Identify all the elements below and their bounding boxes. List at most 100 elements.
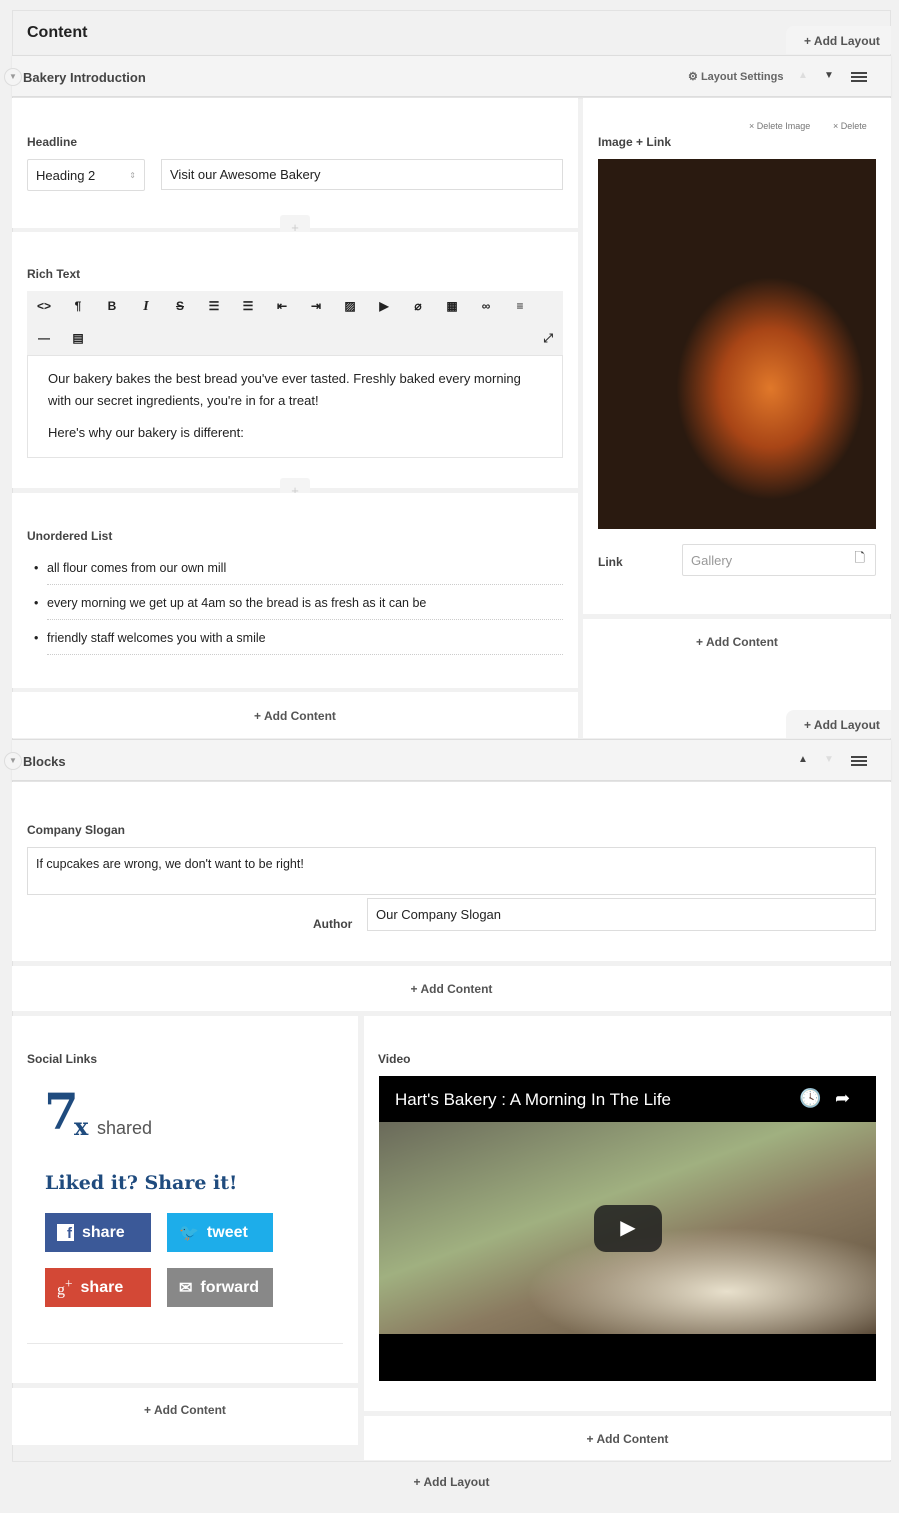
social-links-block: Social Links 7 x shared Liked it? Share … xyxy=(12,1016,358,1383)
divider xyxy=(27,1343,343,1344)
layout-bar-blocks: ▼ Blocks ▲ ▼ xyxy=(4,739,891,781)
layout-bar-bakery-introduction: ▼ Bakery Introduction ⚙ Layout Settings … xyxy=(4,55,891,97)
attachment-icon[interactable]: ⌀ xyxy=(401,299,435,315)
slogan-block: Company Slogan If cupcakes are wrong, we… xyxy=(12,782,891,961)
table-icon[interactable]: ▦ xyxy=(435,299,469,315)
menu-icon[interactable] xyxy=(851,72,867,82)
editor-toolbar: <> ¶ B I S ☰ ☰ ⇤ ⇥ ▨ ▶ ⌀ ▦ ∞ ≡ — ▤ ⤢ xyxy=(27,291,563,355)
bullet-list-icon[interactable]: ☰ xyxy=(197,299,231,315)
headline-block: Headline Heading 2 ⇕ Visit our Awesome Ba… xyxy=(12,98,578,228)
paragraph-icon[interactable]: ¶ xyxy=(61,299,95,315)
twitter-icon: 🐦 xyxy=(179,1224,199,1242)
google-plus-icon: g+ xyxy=(57,1275,73,1299)
headline-input[interactable]: Visit our Awesome Bakery xyxy=(161,159,563,190)
add-content-row: + Add Content xyxy=(12,1388,358,1445)
headline-label: Headline xyxy=(27,135,78,149)
button-label: tweet xyxy=(206,1223,248,1241)
move-down-button[interactable]: ▼ xyxy=(824,70,834,81)
share-cta: Liked it? Share it! xyxy=(45,1172,238,1194)
watch-later-icon[interactable]: 🕓 xyxy=(799,1088,821,1109)
richtext-paragraph: Here's why our bakery is different: xyxy=(48,425,244,440)
image-block: × Delete Image × Delete Image + Link Lin… xyxy=(583,98,891,614)
list-item[interactable]: every morning we get up at 4am so the br… xyxy=(34,586,563,620)
select-value: Heading 2 xyxy=(36,167,96,183)
code-view-icon[interactable]: <> xyxy=(27,299,61,315)
delete-image-button[interactable]: × Delete Image xyxy=(749,121,810,131)
numbered-list-icon[interactable]: ☰ xyxy=(231,299,265,315)
heading-level-select[interactable]: Heading 2 ⇕ xyxy=(27,159,145,191)
add-content-row: + Add Content xyxy=(12,692,578,738)
play-button[interactable]: ▶ xyxy=(594,1205,662,1252)
link-label: Link xyxy=(598,555,623,569)
share-icon[interactable]: ➦ xyxy=(835,1088,850,1109)
move-down-button[interactable]: ▼ xyxy=(824,754,834,765)
horizontal-rule-icon[interactable]: — xyxy=(27,331,61,345)
button-label: share xyxy=(80,1278,124,1296)
menu-icon[interactable] xyxy=(851,756,867,766)
list-label: Unordered List xyxy=(27,529,113,543)
add-content-button[interactable]: + Add Content xyxy=(364,1432,891,1446)
footer-bar: + Add Layout xyxy=(12,1461,891,1500)
email-forward-button[interactable]: ✉ forward xyxy=(167,1268,273,1307)
video-title[interactable]: Hart's Bakery : A Morning In The Life xyxy=(395,1090,671,1110)
share-count-x: x xyxy=(74,1112,89,1141)
add-content-row: + Add Content xyxy=(364,1416,891,1460)
layout-title: Bakery Introduction xyxy=(23,70,146,85)
add-content-button[interactable]: + Add Content xyxy=(12,709,578,723)
align-left-icon[interactable]: ≡ xyxy=(503,299,537,315)
move-up-button[interactable]: ▲ xyxy=(798,754,808,765)
file-icon[interactable]: 🗋 xyxy=(855,549,865,571)
italic-icon[interactable]: I xyxy=(129,299,163,315)
author-label: Author xyxy=(313,917,353,931)
page-title: Content xyxy=(27,24,88,41)
add-content-row: + Add Content xyxy=(12,966,891,1011)
add-content-button[interactable]: + Add Content xyxy=(12,982,891,996)
video-player[interactable]: Hart's Bakery : A Morning In The Life 🕓 … xyxy=(379,1076,876,1381)
twitter-tweet-button[interactable]: 🐦 tweet xyxy=(167,1213,273,1252)
mail-icon: ✉ xyxy=(179,1279,193,1297)
richtext-paragraph: Our bakery bakes the best bread you've e… xyxy=(48,371,521,408)
move-up-button[interactable]: ▲ xyxy=(798,70,808,81)
outdent-icon[interactable]: ⇤ xyxy=(265,299,299,315)
gear-icon: ⚙ xyxy=(688,71,698,83)
layout-settings-label: Layout Settings xyxy=(700,71,784,83)
layout-settings-button[interactable]: ⚙ Layout Settings xyxy=(688,70,783,83)
indent-icon[interactable]: ⇥ xyxy=(299,299,333,315)
video-icon[interactable]: ▶ xyxy=(367,299,401,315)
list-item[interactable]: all flour comes from our own mill xyxy=(34,551,563,585)
video-label: Video xyxy=(378,1052,411,1066)
richtext-editor[interactable]: Our bakery bakes the best bread you've e… xyxy=(27,355,563,458)
slogan-textarea[interactable]: If cupcakes are wrong, we don't want to … xyxy=(27,847,876,895)
facebook-share-button[interactable]: f share xyxy=(45,1213,151,1252)
layout-title: Blocks xyxy=(23,754,66,769)
paragraph-format-icon[interactable]: ▤ xyxy=(61,331,95,345)
button-label: share xyxy=(82,1223,125,1241)
bakery-oven-image[interactable] xyxy=(598,159,876,529)
list-item[interactable]: friendly staff welcomes you with a smile xyxy=(34,621,563,655)
add-content-button[interactable]: + Add Content xyxy=(583,635,891,649)
shared-label: shared xyxy=(97,1118,153,1138)
delete-button[interactable]: × Delete xyxy=(833,121,867,131)
link-input[interactable]: Gallery 🗋 xyxy=(682,544,876,576)
collapse-toggle[interactable]: ▼ xyxy=(4,68,22,86)
video-block: Video Hart's Bakery : A Morning In The L… xyxy=(364,1016,891,1411)
slogan-label: Company Slogan xyxy=(27,823,126,837)
collapse-toggle[interactable]: ▼ xyxy=(4,752,22,770)
google-plus-share-button[interactable]: g+ share xyxy=(45,1268,151,1307)
button-label: forward xyxy=(200,1278,260,1296)
strikethrough-icon[interactable]: S xyxy=(163,299,197,315)
add-layout-button[interactable]: + Add Layout xyxy=(786,26,891,54)
link-icon[interactable]: ∞ xyxy=(469,299,503,315)
image-icon[interactable]: ▨ xyxy=(333,299,367,315)
add-layout-button[interactable]: + Add Layout xyxy=(12,1475,891,1489)
select-arrows-icon: ⇕ xyxy=(129,170,136,180)
facebook-icon: f xyxy=(57,1224,74,1242)
image-label: Image + Link xyxy=(598,135,672,149)
add-layout-button[interactable]: + Add Layout xyxy=(786,710,891,738)
author-input[interactable]: Our Company Slogan xyxy=(367,898,876,931)
richtext-label: Rich Text xyxy=(27,267,81,281)
link-placeholder: Gallery xyxy=(691,552,733,568)
fullscreen-icon[interactable]: ⤢ xyxy=(543,331,553,346)
add-content-button[interactable]: + Add Content xyxy=(12,1403,358,1417)
bold-icon[interactable]: B xyxy=(95,299,129,315)
